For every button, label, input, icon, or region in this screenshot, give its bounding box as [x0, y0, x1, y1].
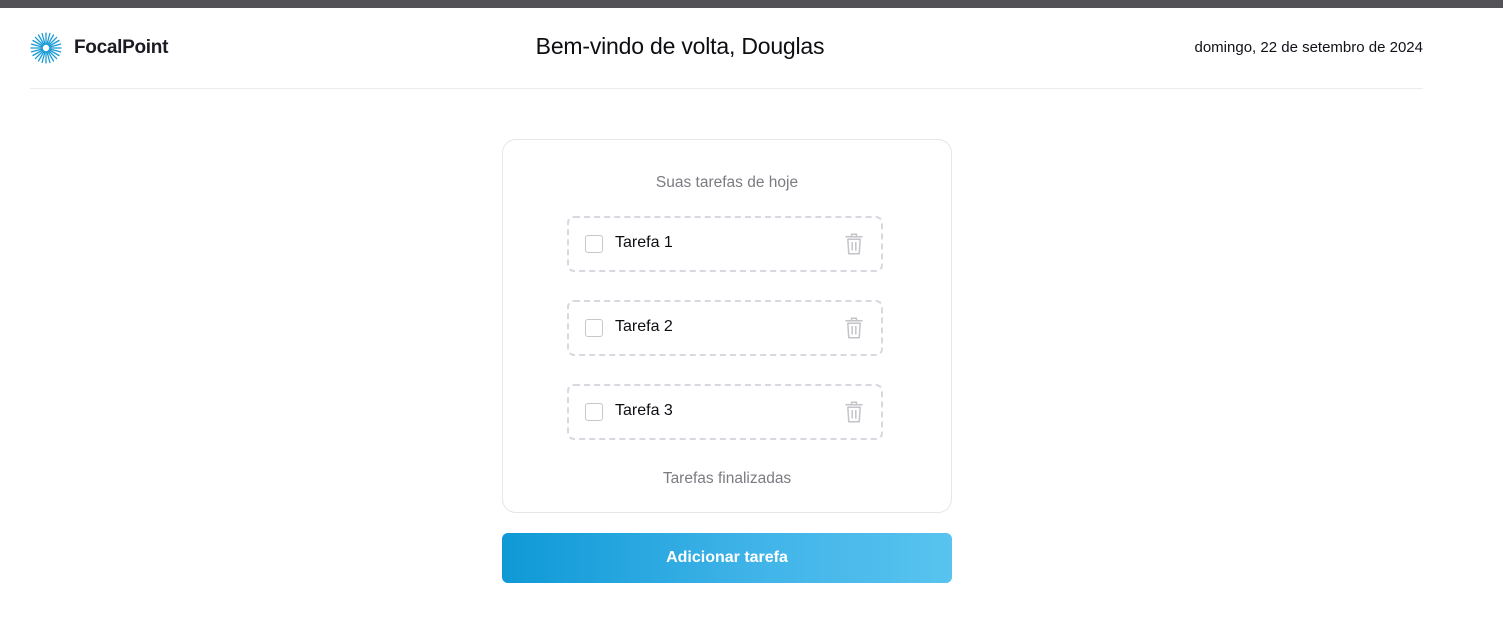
task-checkbox[interactable] — [585, 403, 603, 421]
finished-tasks-title: Tarefas finalizadas — [662, 470, 792, 487]
current-date: domingo, 22 de setembro de 2024 — [1194, 39, 1424, 56]
tasks-card: Suas tarefas de hoje Tarefa 1 Tarefa 2 T… — [502, 139, 952, 513]
task-label: Tarefa 1 — [615, 234, 673, 251]
brand[interactable]: FocalPoint — [30, 32, 168, 64]
tasks-card-title: Suas tarefas de hoje — [655, 174, 799, 191]
trash-icon[interactable] — [845, 233, 863, 255]
add-task-button[interactable]: Adicionar tarefa — [502, 533, 952, 583]
task-item: Tarefa 3 — [567, 384, 883, 440]
brand-name: FocalPoint — [74, 37, 169, 58]
trash-icon[interactable] — [845, 401, 863, 423]
task-item: Tarefa 2 — [567, 300, 883, 356]
trash-icon[interactable] — [845, 317, 863, 339]
task-item: Tarefa 1 — [567, 216, 883, 272]
window-top-bar — [0, 0, 1503, 8]
task-checkbox[interactable] — [585, 319, 603, 337]
app-header: FocalPoint Bem-vindo de volta, Douglas d… — [30, 8, 1423, 89]
task-checkbox[interactable] — [585, 235, 603, 253]
task-label: Tarefa 3 — [615, 402, 673, 419]
welcome-title: Bem-vindo de volta, Douglas — [535, 33, 825, 59]
starburst-icon — [30, 32, 62, 64]
task-label: Tarefa 2 — [615, 318, 673, 335]
